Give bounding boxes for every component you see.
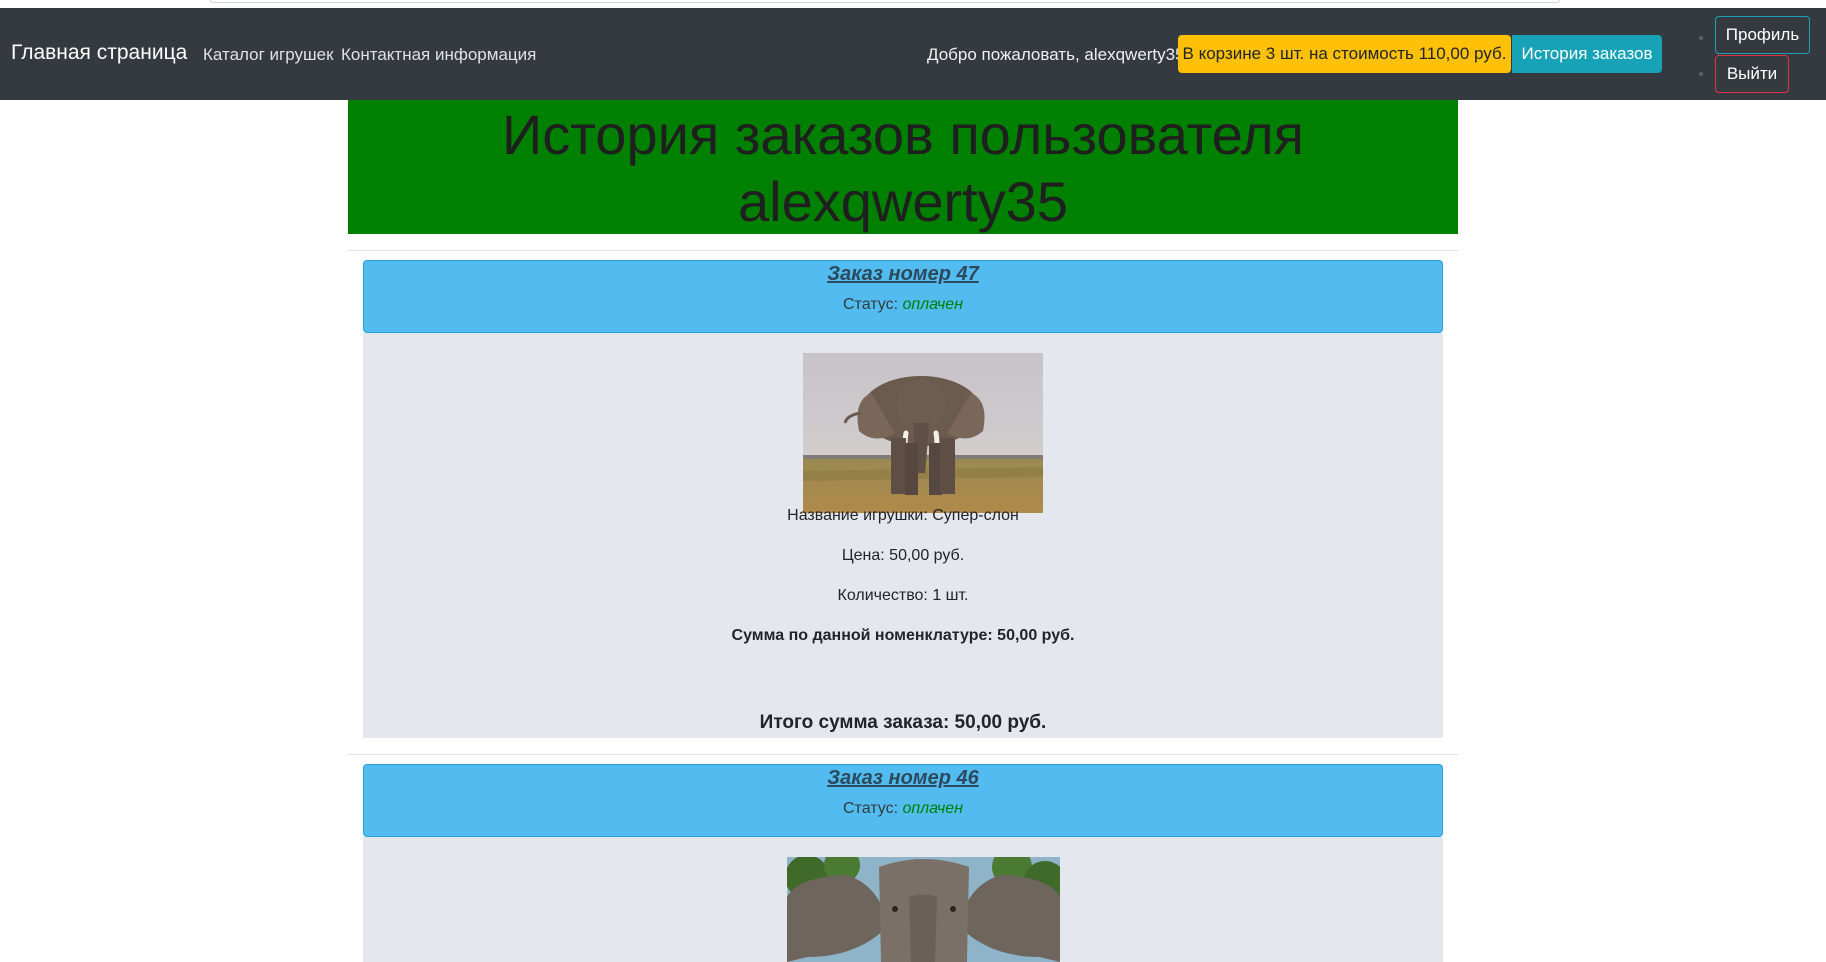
divider (348, 250, 1458, 251)
toy-name: Название игрушки: Супер-слон (787, 507, 1019, 524)
top-input-edge (210, 0, 1560, 3)
page-title: История заказов пользователя alexqwerty3… (348, 100, 1458, 234)
elephant-closeup-photo (787, 857, 1060, 962)
order-header: Заказ номер 46 Статус: оплачен (363, 764, 1443, 837)
welcome-text: Добро пожаловать, alexqwerty35 . (927, 45, 1195, 64)
toy-image (803, 353, 1043, 513)
status-value: оплачен (902, 296, 963, 313)
status-value: оплачен (902, 800, 963, 817)
order-history-button[interactable]: История заказов (1512, 35, 1662, 73)
order-link[interactable]: Заказ номер 46 (364, 767, 1442, 790)
order-status: Статус: оплачен (364, 800, 1442, 818)
nav-link-catalog[interactable]: Каталог игрушек (203, 45, 334, 65)
profile-button[interactable]: Профиль (1715, 16, 1810, 54)
order-total: Итого сумма заказа: 50,00 руб. (759, 712, 1047, 733)
order-body (363, 837, 1443, 962)
logout-button[interactable]: Выйти (1715, 55, 1789, 93)
list-bullet-icon (1699, 72, 1703, 76)
browser-top-strip (0, 0, 1826, 8)
divider (348, 754, 1458, 755)
toy-image (787, 857, 1060, 962)
page-title-line1: История заказов пользователя (502, 103, 1304, 166)
toy-subtotal: Сумма по данной номенклатуре: 50,00 руб. (731, 627, 1075, 644)
status-label: Статус: (842, 296, 903, 313)
order-body: Название игрушки: Супер-слон Цена: 50,00… (363, 333, 1443, 738)
cart-button[interactable]: В корзине 3 шт. на стоимость 110,00 руб. (1178, 35, 1511, 73)
order-link[interactable]: Заказ номер 47 (364, 263, 1442, 286)
navbar: Главная страница Каталог игрушек Контакт… (0, 8, 1826, 100)
order-header: Заказ номер 47 Статус: оплачен (363, 260, 1443, 333)
nav-brand[interactable]: Главная страница (11, 41, 187, 65)
elephant-savanna-photo (803, 353, 1043, 513)
toy-price: Цена: 50,00 руб. (841, 547, 965, 564)
order-status: Статус: оплачен (364, 296, 1442, 314)
list-bullet-icon (1699, 36, 1703, 40)
nav-link-contact[interactable]: Контактная информация (341, 45, 536, 65)
toy-quantity: Количество: 1 шт. (837, 587, 969, 604)
status-label: Статус: (842, 800, 903, 817)
page-title-line2: alexqwerty35 (738, 170, 1068, 233)
